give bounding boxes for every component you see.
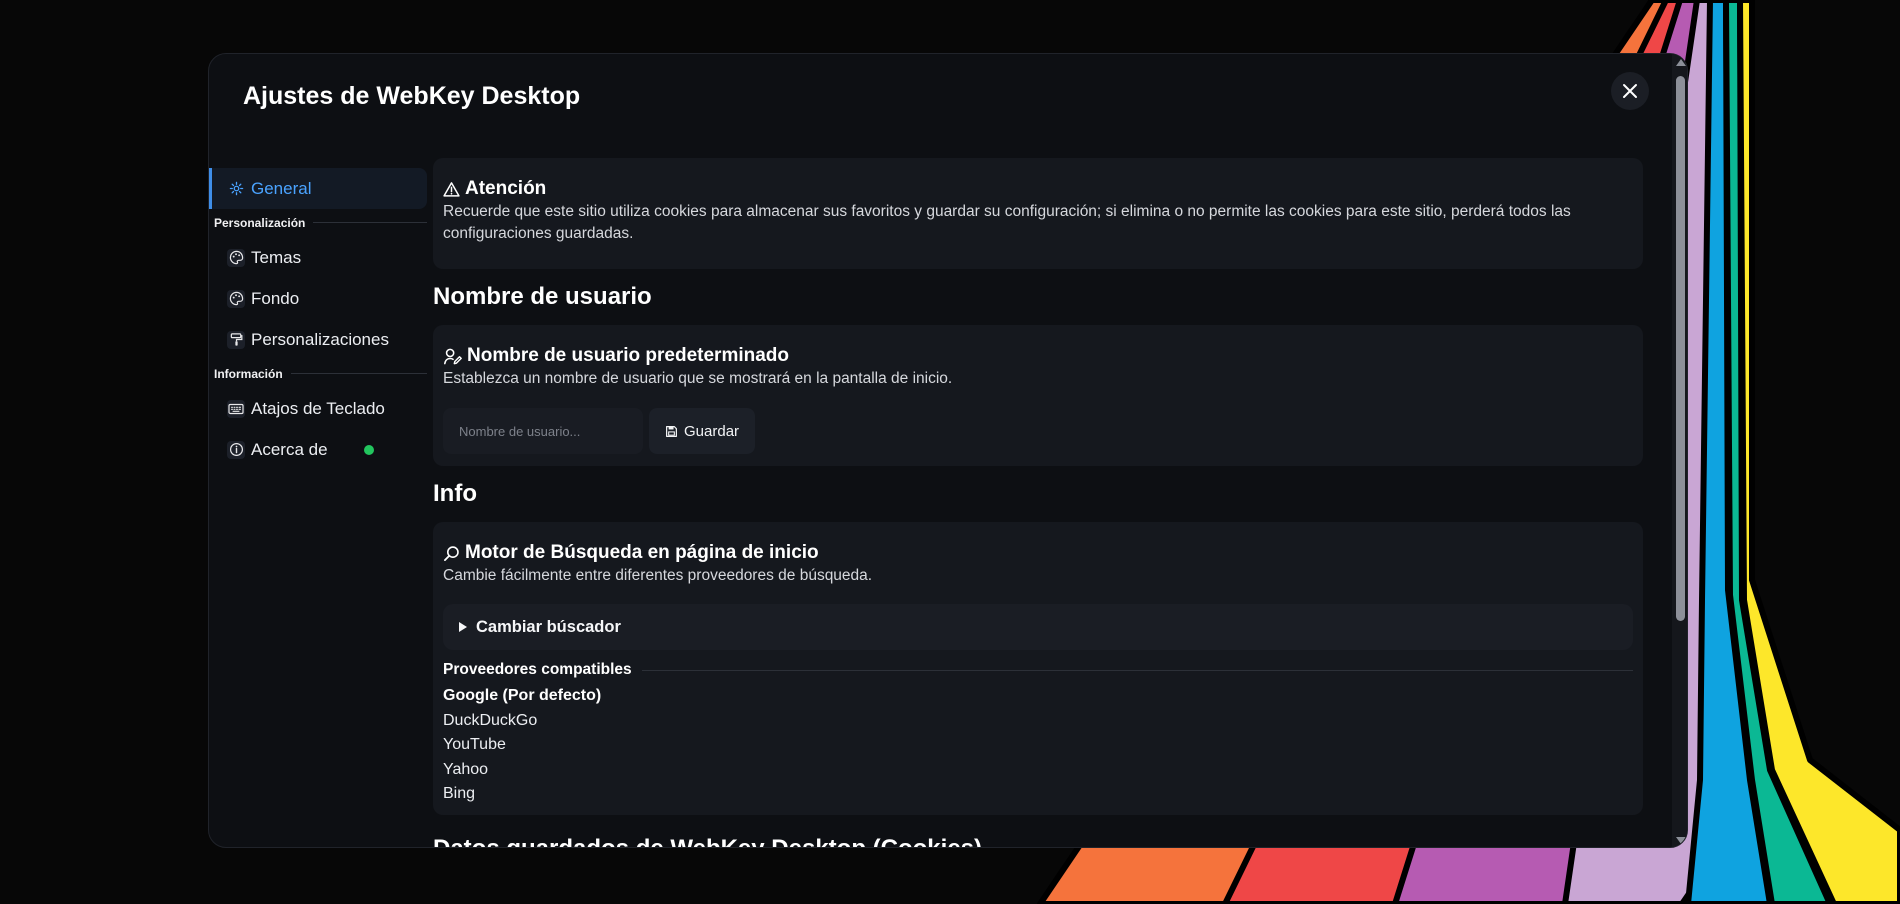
- modal-title: Ajustes de WebKey Desktop: [243, 82, 581, 110]
- attention-title-row: Atención: [443, 178, 1633, 200]
- settings-content: Atención Recuerde que este sitio utiliza…: [433, 158, 1643, 815]
- search-engine-title: Motor de Búsqueda en página de inicio: [465, 542, 819, 563]
- attention-title: Atención: [465, 178, 547, 199]
- section-divider: [313, 222, 427, 223]
- scrollbar-thumb[interactable]: [1676, 76, 1685, 621]
- search-engine-card: Motor de Búsqueda en página de inicio Ca…: [433, 522, 1643, 815]
- sidebar-item-label: Temas: [251, 247, 302, 267]
- provider-item: Yahoo: [443, 760, 489, 778]
- username-input[interactable]: [443, 408, 643, 454]
- palette-icon: [227, 289, 245, 308]
- gear-icon: [227, 180, 245, 198]
- section-heading-username: Nombre de usuario: [433, 283, 652, 310]
- sidebar-item-about[interactable]: Acerca de: [209, 429, 427, 470]
- username-form: Guardar: [443, 408, 1633, 454]
- info-icon: [227, 440, 245, 459]
- provider-item: Google (Por defecto): [443, 687, 602, 704]
- settings-modal: Ajustes de WebKey Desktop General Person…: [208, 53, 1688, 848]
- floppy-disk-icon: [666, 425, 677, 437]
- warning-icon: [443, 181, 460, 197]
- username-card: Nombre de usuario predeterminado Estable…: [433, 325, 1643, 466]
- change-search-engine-label: Cambiar búscador: [476, 617, 621, 636]
- change-search-engine-toggle[interactable]: Cambiar búscador: [443, 604, 1633, 650]
- save-button[interactable]: Guardar: [649, 408, 756, 454]
- sidebar-item-label: Personalizaciones: [251, 329, 389, 349]
- sidebar-section-info: Información: [209, 364, 427, 383]
- sidebar-item-label: Acerca de: [251, 439, 328, 459]
- scrollbar[interactable]: [1672, 54, 1687, 847]
- providers-heading-row: Proveedores compatibles: [443, 660, 1633, 680]
- triangle-right-icon: [459, 622, 467, 632]
- palette-icon: [227, 248, 245, 267]
- attention-card: Atención Recuerde que este sitio utiliza…: [433, 158, 1643, 269]
- section-label: Personalización: [214, 215, 306, 230]
- username-card-title: Nombre de usuario predeterminado: [467, 345, 790, 366]
- section-label: Información: [214, 366, 283, 381]
- provider-item: YouTube: [443, 736, 506, 754]
- provider-item: Bing: [443, 785, 476, 803]
- search-icon: [444, 545, 459, 561]
- sidebar-item-background[interactable]: Fondo: [209, 278, 427, 319]
- providers-divider: [641, 669, 1633, 671]
- section-heading-info: Info: [433, 480, 477, 507]
- provider-item: DuckDuckGo: [443, 711, 538, 729]
- sidebar-item-label: General: [251, 178, 312, 198]
- section-heading-cookies: Datos guardados de WebKey Desktop (Cooki…: [433, 835, 982, 847]
- x-icon: [1623, 84, 1637, 98]
- scroll-up-arrow-icon[interactable]: [1676, 59, 1686, 66]
- attention-text: Recuerde que este sitio utiliza cookies …: [443, 203, 1571, 242]
- sidebar-item-themes[interactable]: Temas: [209, 237, 427, 278]
- settings-sidebar: General Personalización Temas Fondo Pers…: [209, 168, 427, 470]
- sidebar-item-label: Fondo: [251, 288, 300, 308]
- username-title-row: Nombre de usuario predeterminado: [443, 345, 1633, 367]
- sidebar-item-customizations[interactable]: Personalizaciones: [209, 319, 427, 360]
- user-pen-icon: [444, 348, 462, 364]
- section-divider: [290, 373, 427, 374]
- username-card-desc: Establezca un nombre de usuario que se m…: [443, 370, 953, 387]
- scroll-down-arrow-icon[interactable]: [1676, 837, 1686, 844]
- close-button[interactable]: [1611, 72, 1649, 110]
- status-dot: [364, 445, 374, 455]
- providers-heading: Proveedores compatibles: [443, 661, 632, 678]
- keyboard-icon: [227, 399, 245, 418]
- sidebar-item-label: Atajos de Teclado: [251, 398, 385, 418]
- providers-list: Google (Por defecto) DuckDuckGo YouTube …: [443, 684, 1633, 807]
- save-button-label: Guardar: [684, 422, 740, 440]
- sidebar-item-general[interactable]: General: [209, 168, 427, 209]
- sidebar-section-personalization: Personalización: [209, 213, 427, 232]
- search-engine-desc: Cambie fácilmente entre diferentes prove…: [443, 567, 873, 584]
- search-engine-title-row: Motor de Búsqueda en página de inicio: [443, 542, 1633, 564]
- sidebar-item-shortcuts[interactable]: Atajos de Teclado: [209, 388, 427, 429]
- paint-roller-icon: [227, 330, 245, 349]
